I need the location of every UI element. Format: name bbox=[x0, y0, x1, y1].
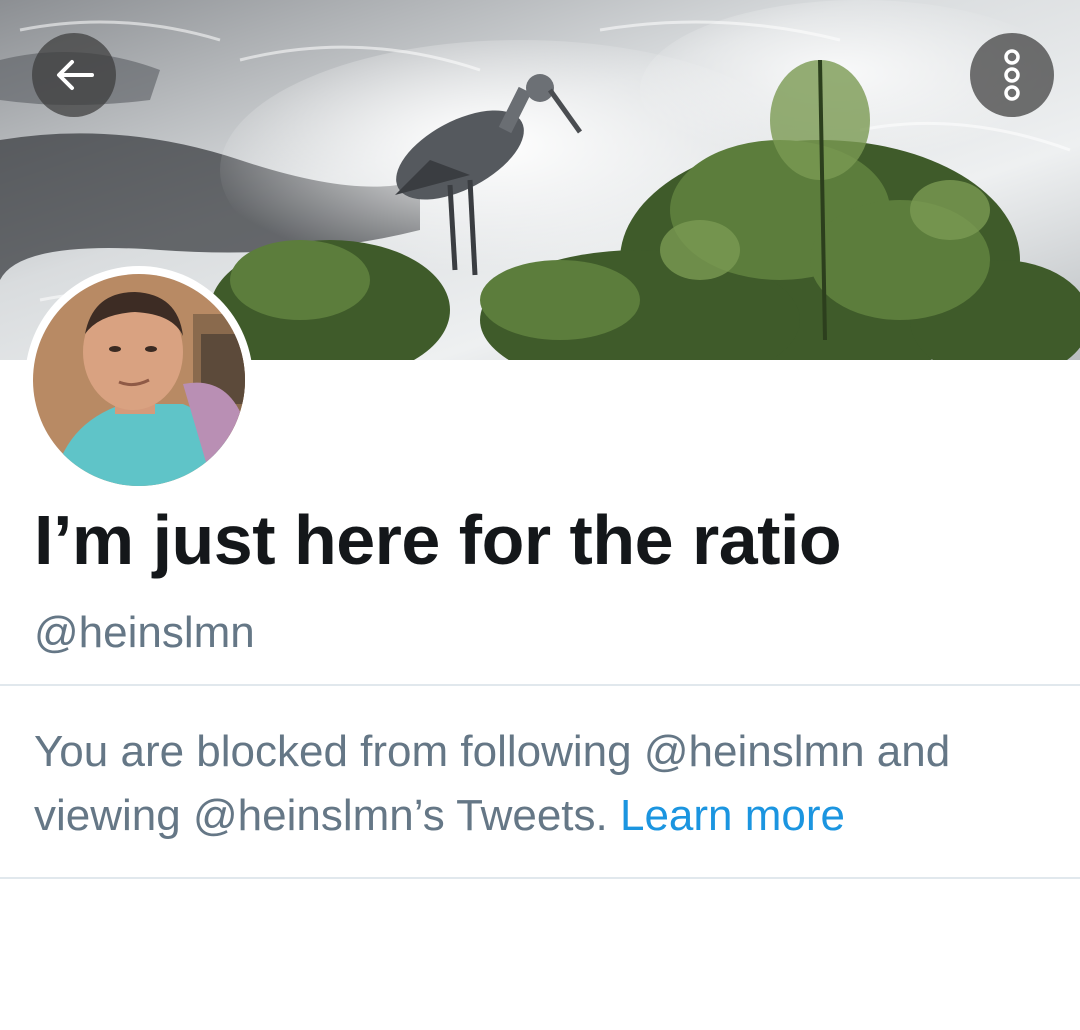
divider bbox=[0, 684, 1080, 686]
back-button[interactable] bbox=[32, 33, 116, 117]
learn-more-link[interactable]: Learn more bbox=[620, 791, 845, 840]
arrow-left-icon bbox=[57, 60, 94, 90]
divider bbox=[0, 877, 1080, 879]
profile-display-name: I’m just here for the ratio bbox=[34, 501, 842, 579]
vertical-dots-icon bbox=[1004, 49, 1020, 101]
avatar[interactable] bbox=[25, 266, 253, 494]
blocked-notice: You are blocked from following @heinslmn… bbox=[34, 720, 1054, 848]
avatar-photo bbox=[33, 274, 245, 486]
more-options-button[interactable] bbox=[970, 33, 1054, 117]
profile-page: I’m just here for the ratio @heinslmn Yo… bbox=[0, 0, 1080, 1030]
profile-handle: @heinslmn bbox=[34, 608, 255, 657]
